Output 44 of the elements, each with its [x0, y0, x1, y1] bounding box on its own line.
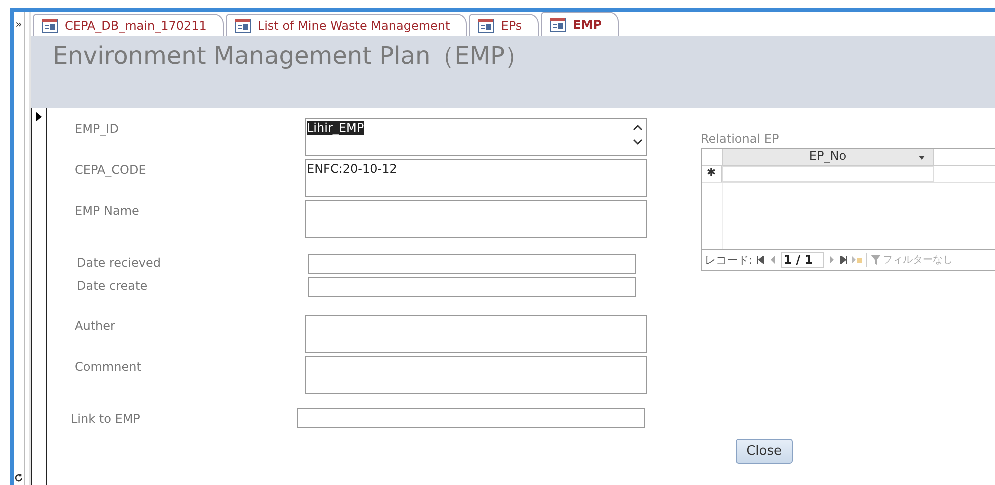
- subform-label: Relational EP: [701, 132, 780, 146]
- dropdown-icon[interactable]: [919, 156, 925, 160]
- new-record-icon[interactable]: [852, 256, 862, 264]
- document-tab[interactable]: EPs: [469, 14, 540, 36]
- field-label: Link to EMP: [70, 411, 142, 426]
- field-label: Date recieved: [76, 255, 162, 270]
- input-field[interactable]: ENFC:20-10-12: [305, 159, 647, 197]
- current-record-icon: [36, 112, 42, 122]
- input-field[interactable]: [305, 356, 647, 394]
- refresh-icon[interactable]: [14, 473, 24, 483]
- field-label: Commnent: [74, 359, 142, 374]
- field-label: EMP_ID: [74, 121, 120, 136]
- record-position-field[interactable]: 1 / 1: [780, 252, 824, 268]
- first-record-icon[interactable]: [756, 256, 765, 264]
- document-tab[interactable]: List of Mine Waste Management: [226, 14, 468, 36]
- field-label: Auther: [74, 318, 116, 333]
- form-title: Environment Management Plan（EMP）: [53, 42, 530, 70]
- document-tab[interactable]: CEPA_DB_main_170211: [33, 14, 224, 36]
- form-icon: [42, 18, 58, 32]
- form-icon: [234, 18, 251, 32]
- input-field[interactable]: Lihir_EMP: [305, 118, 647, 156]
- field-label: Date create: [76, 278, 149, 293]
- input-field[interactable]: [297, 408, 645, 428]
- close-button[interactable]: Close: [736, 439, 793, 464]
- input-field[interactable]: [305, 200, 647, 238]
- last-record-icon[interactable]: [840, 256, 848, 264]
- form-icon: [478, 18, 494, 32]
- column-header[interactable]: EP_No: [723, 149, 934, 165]
- nav-pane-toggle[interactable]: »: [16, 18, 22, 31]
- input-field[interactable]: [308, 277, 636, 297]
- scroll-up-icon[interactable]: [633, 125, 643, 131]
- previous-record-icon[interactable]: [768, 256, 777, 264]
- input-field[interactable]: [308, 254, 636, 274]
- input-field[interactable]: [305, 315, 647, 353]
- record-selector[interactable]: [31, 108, 47, 485]
- field-label: EMP Name: [74, 203, 140, 218]
- scroll-down-icon[interactable]: [633, 139, 643, 145]
- filter-icon[interactable]: [871, 255, 882, 265]
- form-icon: [550, 18, 566, 32]
- record-label: レコード:: [705, 252, 753, 268]
- field-label: CEPA_CODE: [74, 162, 148, 177]
- document-tab[interactable]: EMP: [541, 12, 620, 36]
- next-record-icon[interactable]: [828, 256, 836, 264]
- new-record-cell[interactable]: [722, 166, 934, 182]
